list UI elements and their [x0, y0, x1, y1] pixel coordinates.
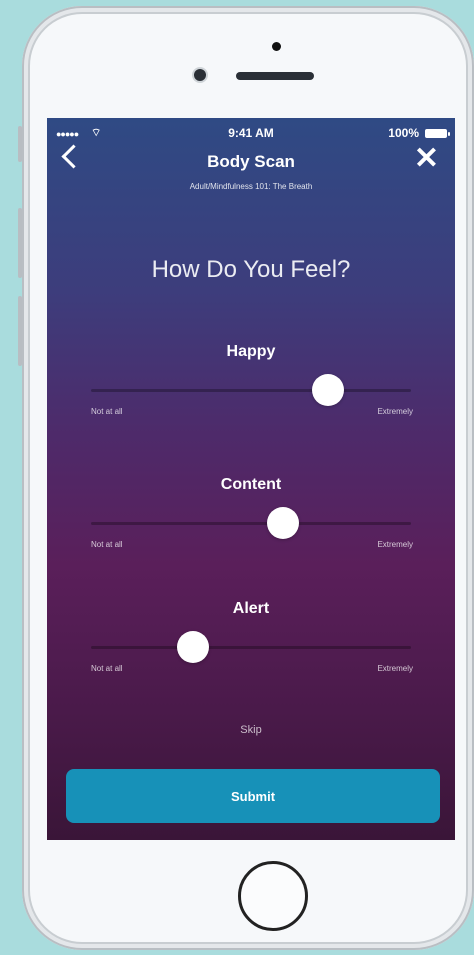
earpiece-speaker: [236, 72, 314, 80]
slider-max-label: Extremely: [377, 407, 413, 416]
status-bar: ●●●●● ⌔ 9:41 AM 100%: [47, 126, 455, 142]
slider-min-label: Not at all: [91, 407, 123, 416]
home-button[interactable]: [238, 861, 308, 931]
slider-max-label: Extremely: [377, 664, 413, 673]
battery-percent: 100%: [388, 126, 419, 140]
content-slider-track[interactable]: [91, 507, 411, 539]
slider-min-label: Not at all: [91, 664, 123, 673]
app-screen: ●●●●● ⌔ 9:41 AM 100% ✕ Body Scan Adult/M…: [47, 118, 455, 840]
skip-link[interactable]: Skip: [47, 724, 455, 736]
submit-button[interactable]: Submit: [66, 769, 440, 823]
slider-label: Happy: [226, 343, 276, 360]
alert-slider-thumb[interactable]: [177, 631, 210, 663]
proximity-sensor: [272, 42, 281, 51]
happy-slider-track[interactable]: [91, 374, 411, 406]
happy-slider-thumb[interactable]: [311, 374, 344, 406]
page-subtitle: Adult/Mindfulness 101: The Breath: [189, 182, 313, 191]
battery-icon: [425, 129, 450, 138]
alert-slider-track[interactable]: [91, 631, 411, 663]
page-title: Body Scan: [207, 152, 295, 171]
slider-label: Content: [220, 476, 282, 493]
slider-min-label: Not at all: [91, 540, 123, 549]
slider-label: Alert: [232, 600, 270, 617]
front-camera: [194, 69, 206, 81]
slider-max-label: Extremely: [377, 540, 413, 549]
question-heading: How Do You Feel?: [151, 256, 351, 283]
content-slider-thumb[interactable]: [267, 507, 299, 539]
